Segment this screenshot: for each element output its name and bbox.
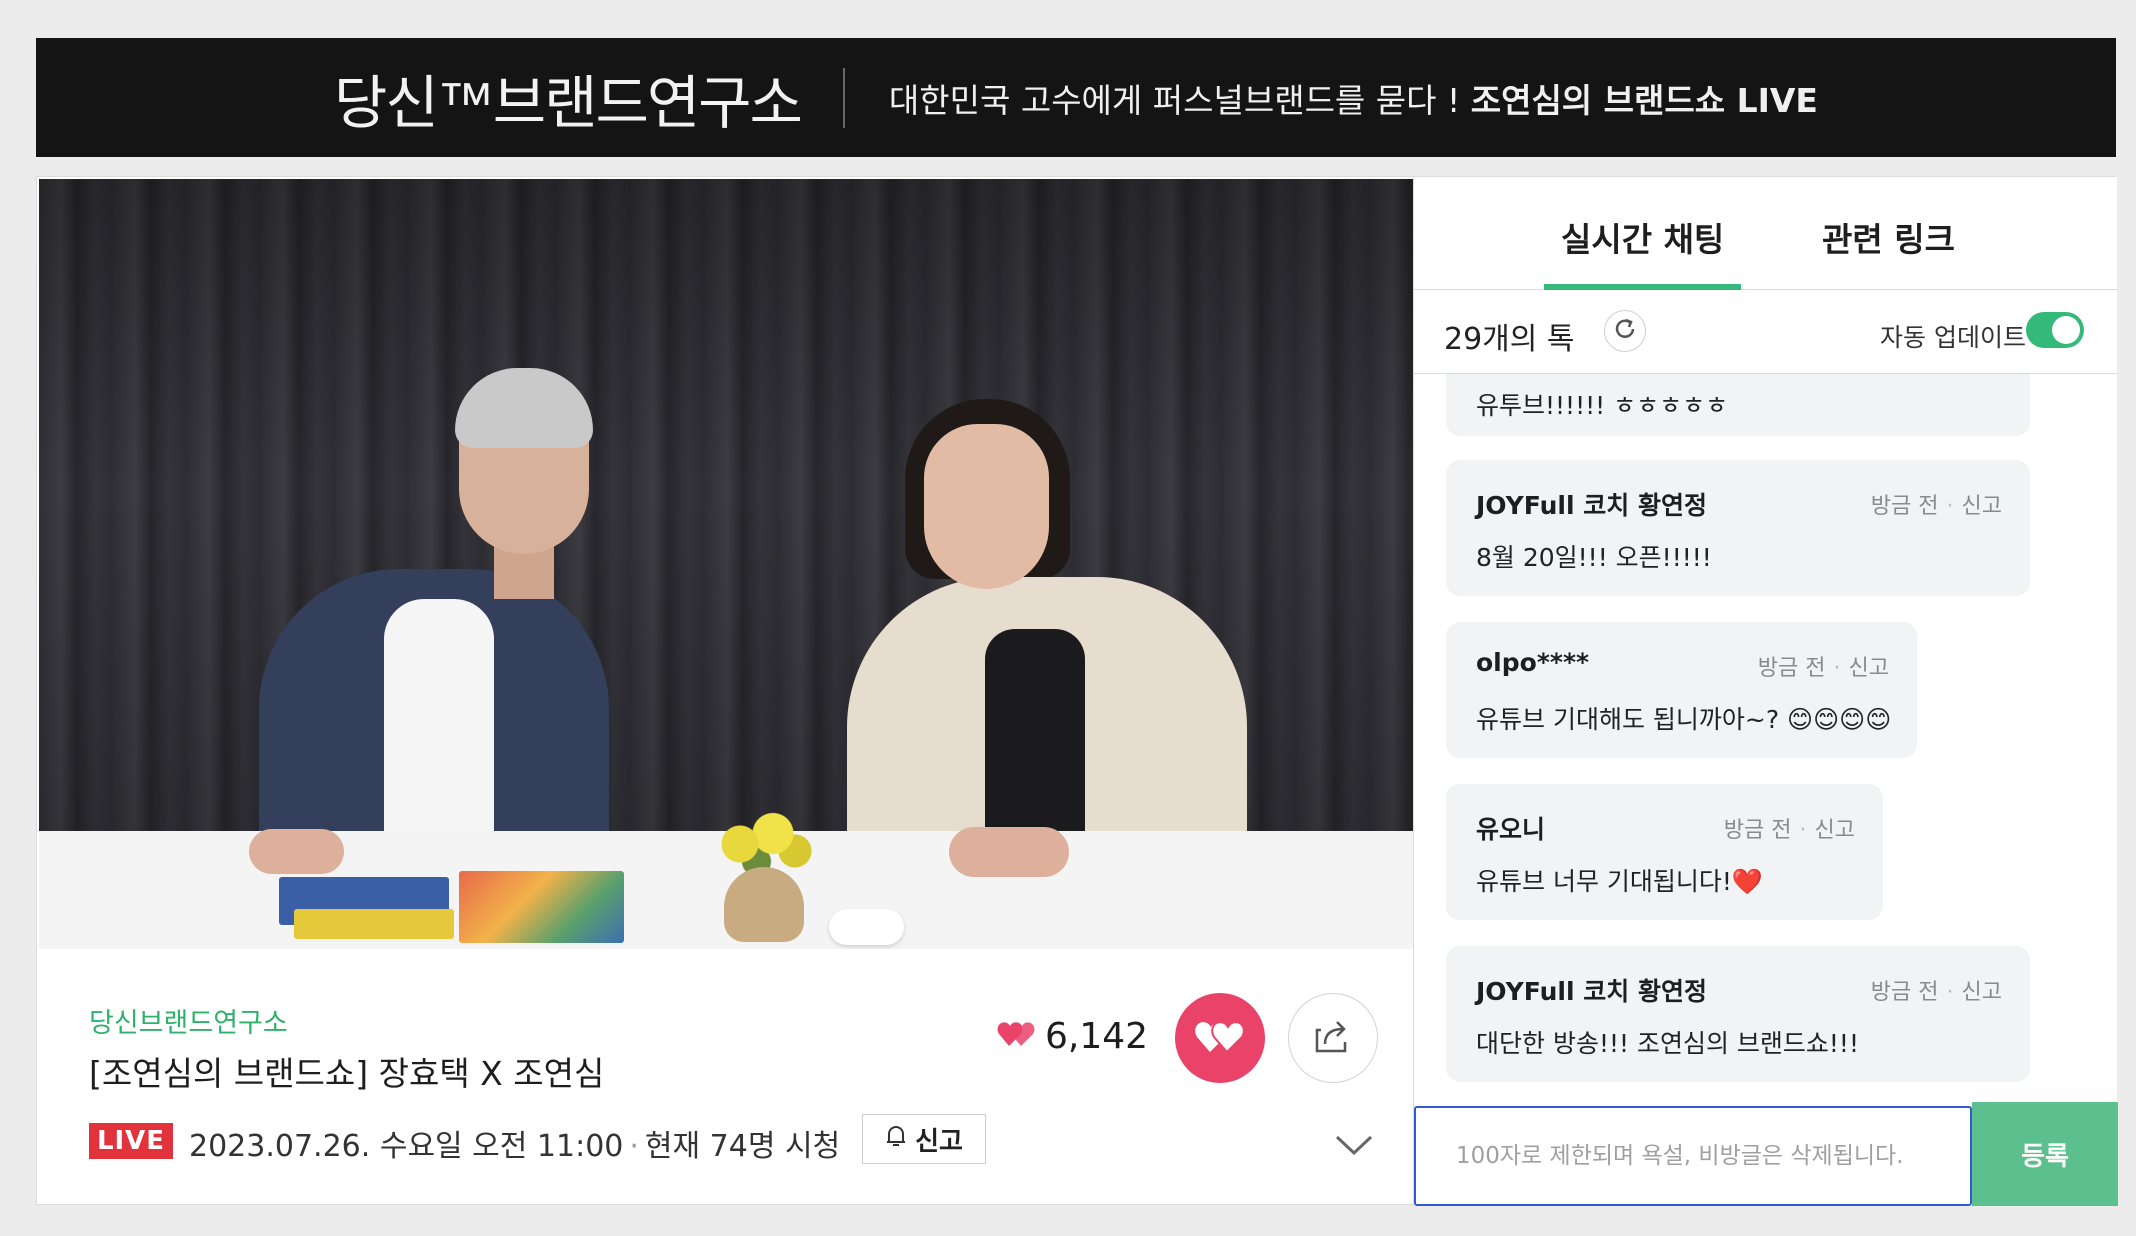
bell-icon — [885, 1124, 907, 1155]
live-badge: LIVE — [89, 1123, 173, 1159]
chat-message-meta: 방금 전 · 신고 — [1758, 650, 1889, 682]
chat-message-meta: 방금 전 · 신고 — [1871, 488, 2002, 520]
viewer-count: 현재 74명 시청 — [644, 1129, 841, 1164]
person-left-head — [455, 368, 593, 554]
chat-toolbar: 29개의 톡 자동 업데이트 — [1414, 290, 2118, 374]
broadcast-container: 당신브랜드연구소 [조연심의 브랜드쇼] 장효택 X 조연심 LIVE 2023… — [36, 176, 2118, 1206]
heart-icon — [1194, 1016, 1246, 1060]
hand-left — [249, 829, 344, 874]
meta-separator: · — [629, 1129, 639, 1164]
chat-report-link[interactable]: 신고 — [1962, 494, 2002, 519]
broadcast-meta: 2023.07.26. 수요일 오전 11:00 · 현재 74명 시청 — [189, 1121, 840, 1165]
tab-live-chat[interactable]: 실시간 채팅 — [1561, 213, 1724, 261]
like-counter: 6,142 — [997, 1016, 1148, 1057]
chat-message: JOYFull 코치 황연정 방금 전 · 신고 8월 20일!!! 오픈!!!!! — [1446, 460, 2030, 596]
auto-update-toggle[interactable] — [2026, 312, 2084, 348]
chat-message-meta: 방금 전 · 신고 — [1871, 974, 2002, 1006]
banner-tagline: 대한민국 고수에게 퍼스널브랜드를 묻다 ! 조연심의 브랜드쇼 LIVE — [889, 74, 1818, 122]
chat-message: 유투브!!!!!! ㅎㅎㅎㅎㅎ — [1446, 374, 2030, 436]
brand-logo: 당신™브랜드연구소 — [334, 68, 803, 137]
tagline-regular: 대한민국 고수에게 퍼스널브랜드를 묻다 ! — [888, 80, 1471, 120]
report-label: 신고 — [915, 1126, 963, 1157]
tab-related-links[interactable]: 관련 링크 — [1822, 213, 1955, 261]
like-button[interactable] — [1175, 993, 1265, 1083]
chat-input[interactable] — [1414, 1106, 1972, 1206]
chat-report-link[interactable]: 신고 — [1815, 818, 1855, 843]
video-player[interactable] — [39, 179, 1413, 949]
expand-button[interactable] — [1329, 1127, 1379, 1167]
chat-message-author: 유오니 — [1476, 815, 1546, 844]
refresh-icon — [1612, 316, 1638, 346]
person-right-head — [924, 424, 1049, 589]
submit-button[interactable]: 등록 — [1972, 1102, 2118, 1206]
chat-message-text: 유튜브 기대해도 됩니까아~? 😊😊😊😊 — [1476, 705, 1892, 734]
chat-count: 29개의 톡 — [1444, 322, 1575, 357]
chat-message: JOYFull 코치 황연정 방금 전 · 신고 대단한 방송!!! 조연심의 브랜… — [1446, 946, 2030, 1082]
chat-message-list[interactable]: 유투브!!!!!! ㅎㅎㅎㅎㅎ JOYFull 코치 황연정 방금 전 · 신고 8… — [1414, 374, 2118, 1102]
vase — [724, 867, 804, 942]
table-object — [829, 909, 904, 945]
report-button[interactable]: 신고 — [862, 1114, 986, 1164]
chat-message: 유오니 방금 전 · 신고 유튜브 너무 기대됩니다!❤️ — [1446, 784, 1883, 920]
chevron-down-icon — [1334, 1133, 1374, 1161]
meta-separator: · — [1833, 656, 1841, 681]
meta-separator: · — [1799, 818, 1807, 843]
meta-separator: · — [1946, 980, 1954, 1005]
meta-separator: · — [1946, 494, 1954, 519]
like-count: 6,142 — [1045, 1016, 1149, 1057]
chat-message-author: olpo**** — [1476, 648, 1590, 677]
person-right-top — [985, 629, 1085, 859]
auto-update-label: 자동 업데이트 — [1880, 323, 2026, 352]
chat-message-author: JOYFull 코치 황연정 — [1476, 977, 1707, 1006]
channel-name[interactable]: 당신브랜드연구소 — [89, 1001, 288, 1040]
chat-message-time: 방금 전 — [1870, 980, 1939, 1005]
heart-icon — [997, 1016, 1037, 1057]
top-banner: 당신™브랜드연구소 대한민국 고수에게 퍼스널브랜드를 묻다 ! 조연심의 브랜… — [36, 38, 2116, 157]
chat-message-author: JOYFull 코치 황연정 — [1476, 491, 1707, 520]
chat-message-text: 8월 20일!!! 오픈!!!!! — [1476, 543, 1712, 572]
chat-message: olpo**** 방금 전 · 신고 유튜브 기대해도 됩니까아~? 😊😊😊😊 — [1446, 622, 1917, 758]
refresh-button[interactable] — [1604, 310, 1646, 352]
chat-message-time: 방금 전 — [1757, 656, 1826, 681]
chat-input-area: 등록 — [1414, 1102, 2118, 1206]
chat-tabs: 실시간 채팅 관련 링크 — [1414, 177, 2118, 290]
broadcast-title: [조연심의 브랜드쇼] 장효택 X 조연심 — [89, 1054, 605, 1093]
chat-message-text: 유튜브 너무 기대됩니다!❤️ — [1476, 867, 1764, 896]
chat-message-text: 유투브!!!!!! ㅎㅎㅎㅎㅎ — [1476, 391, 1729, 420]
chat-message-time: 방금 전 — [1870, 494, 1939, 519]
book-yellow — [294, 909, 454, 939]
chat-message-time: 방금 전 — [1723, 818, 1792, 843]
share-button[interactable] — [1288, 993, 1378, 1083]
hand-right — [949, 827, 1069, 877]
chat-report-link[interactable]: 신고 — [1849, 656, 1889, 681]
book-colorful — [459, 871, 624, 943]
share-icon — [1313, 1018, 1353, 1058]
broadcast-datetime: 2023.07.26. 수요일 오전 11:00 — [189, 1129, 624, 1164]
banner-divider — [842, 67, 845, 128]
chat-report-link[interactable]: 신고 — [1962, 980, 2002, 1005]
chat-message-meta: 방금 전 · 신고 — [1724, 812, 1855, 844]
tagline-bold: 조연심의 브랜드쇼 LIVE — [1470, 80, 1818, 120]
chat-message-text: 대단한 방송!!! 조연심의 브랜드쇼!!! — [1476, 1029, 1859, 1058]
chat-panel: 실시간 채팅 관련 링크 29개의 톡 자동 업데이트 유투브!!!!!! ㅎㅎ… — [1413, 177, 2118, 1206]
